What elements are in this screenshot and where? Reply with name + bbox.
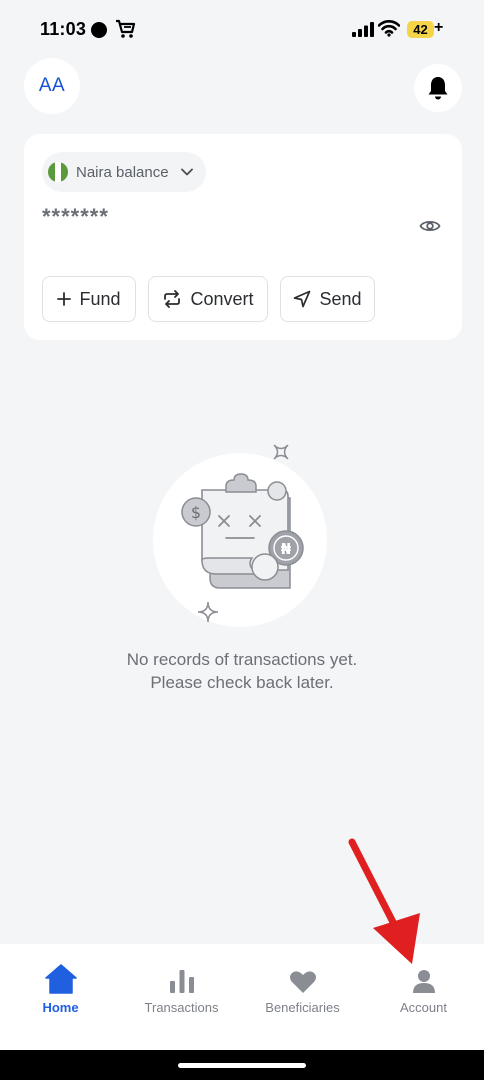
flag-stripe-right xyxy=(61,162,68,182)
heart-icon xyxy=(289,971,316,993)
nav-label-transactions: Transactions xyxy=(144,1000,219,1015)
signal-icon xyxy=(352,22,374,37)
convert-button[interactable]: Convert xyxy=(148,276,268,322)
bar-chart-icon xyxy=(169,970,194,993)
send-icon xyxy=(294,290,311,308)
nav-item-home[interactable]: Home xyxy=(0,944,121,1050)
nav-label-account: Account xyxy=(400,1000,447,1015)
plus-icon xyxy=(57,292,72,306)
status-bar: 11:03 42 + xyxy=(0,0,484,60)
person-icon xyxy=(412,970,435,993)
home-indicator[interactable] xyxy=(178,1063,306,1068)
convert-icon xyxy=(164,290,181,308)
convert-label: Convert xyxy=(190,288,254,309)
battery-indicator: 42 xyxy=(407,21,434,38)
chevron-down-icon xyxy=(180,168,193,176)
flag-stripe-left xyxy=(48,162,55,182)
empty-state-line2: Please check back later. xyxy=(150,673,334,692)
send-button[interactable]: Send xyxy=(280,276,375,322)
balance-actions: Fund Convert Send xyxy=(42,276,375,322)
balance-card: Naira balance ******* Fund Convert Send xyxy=(24,134,462,340)
wifi-icon xyxy=(378,20,400,37)
nav-label-beneficiaries: Beneficiaries xyxy=(265,1000,340,1015)
bell-icon xyxy=(428,77,448,100)
home-icon xyxy=(44,964,77,994)
cart-icon xyxy=(116,19,136,38)
send-label: Send xyxy=(319,288,362,309)
recording-dot-icon xyxy=(91,22,107,38)
fund-label: Fund xyxy=(79,288,121,309)
eye-icon[interactable] xyxy=(419,218,441,234)
nigeria-flag-icon xyxy=(48,162,68,182)
nav-label-home: Home xyxy=(42,1000,79,1015)
naira-symbol: ₦ xyxy=(281,540,292,558)
masked-balance: ******* xyxy=(42,204,109,229)
empty-state-line1: No records of transactions yet. xyxy=(126,650,358,669)
charging-indicator: + xyxy=(434,19,444,36)
flag-stripe-middle xyxy=(54,162,62,182)
nav-item-transactions[interactable]: Transactions xyxy=(121,944,242,1050)
balance-selector-label: Naira balance xyxy=(76,163,169,181)
fund-button[interactable]: Fund xyxy=(42,276,136,322)
status-time: 11:03 xyxy=(40,19,87,39)
balance-currency-selector[interactable]: Naira balance xyxy=(42,152,206,192)
empty-state-message: No records of transactions yet. Please c… xyxy=(0,648,484,694)
avatar[interactable]: AA xyxy=(24,58,80,114)
annotation-arrow-icon xyxy=(348,838,420,964)
dollar-symbol: $ xyxy=(191,503,201,522)
empty-transactions-illustration: $ ₦ xyxy=(153,444,327,627)
notifications-button[interactable] xyxy=(414,64,462,112)
